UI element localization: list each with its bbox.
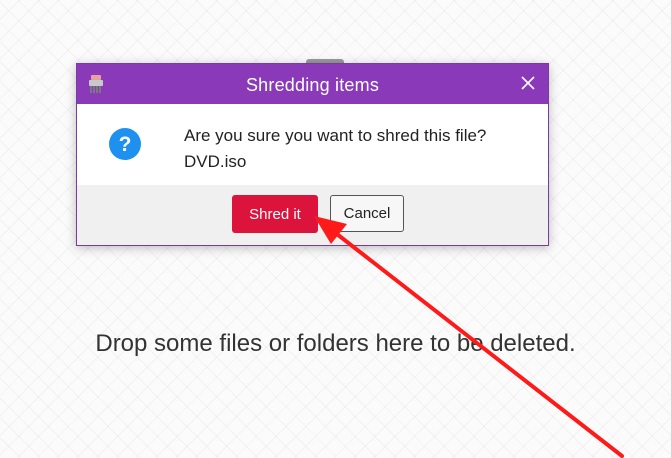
- svg-text:?: ?: [119, 133, 132, 156]
- dialog-footer: Shred it Cancel: [77, 185, 548, 245]
- dialog-title: Shredding items: [245, 75, 380, 95]
- dialog-titlebar[interactable]: Shredding items: [77, 64, 548, 104]
- dialog-message: Are you sure you want to shred this file…: [184, 123, 486, 175]
- shred-confirm-dialog: Shredding items ? Are you sure you want …: [76, 63, 549, 246]
- close-button[interactable]: [518, 73, 538, 93]
- question-icon: ?: [109, 128, 141, 160]
- close-icon: [521, 76, 535, 90]
- confirm-question: Are you sure you want to shred this file…: [184, 126, 487, 145]
- cancel-button[interactable]: Cancel: [330, 195, 404, 232]
- shred-it-button[interactable]: Shred it: [232, 195, 318, 233]
- dialog-content: ? Are you sure you want to shred this fi…: [77, 104, 548, 184]
- drop-zone-hint: Drop some files or folders here to be de…: [95, 330, 576, 357]
- file-name: DVD.iso: [184, 152, 247, 171]
